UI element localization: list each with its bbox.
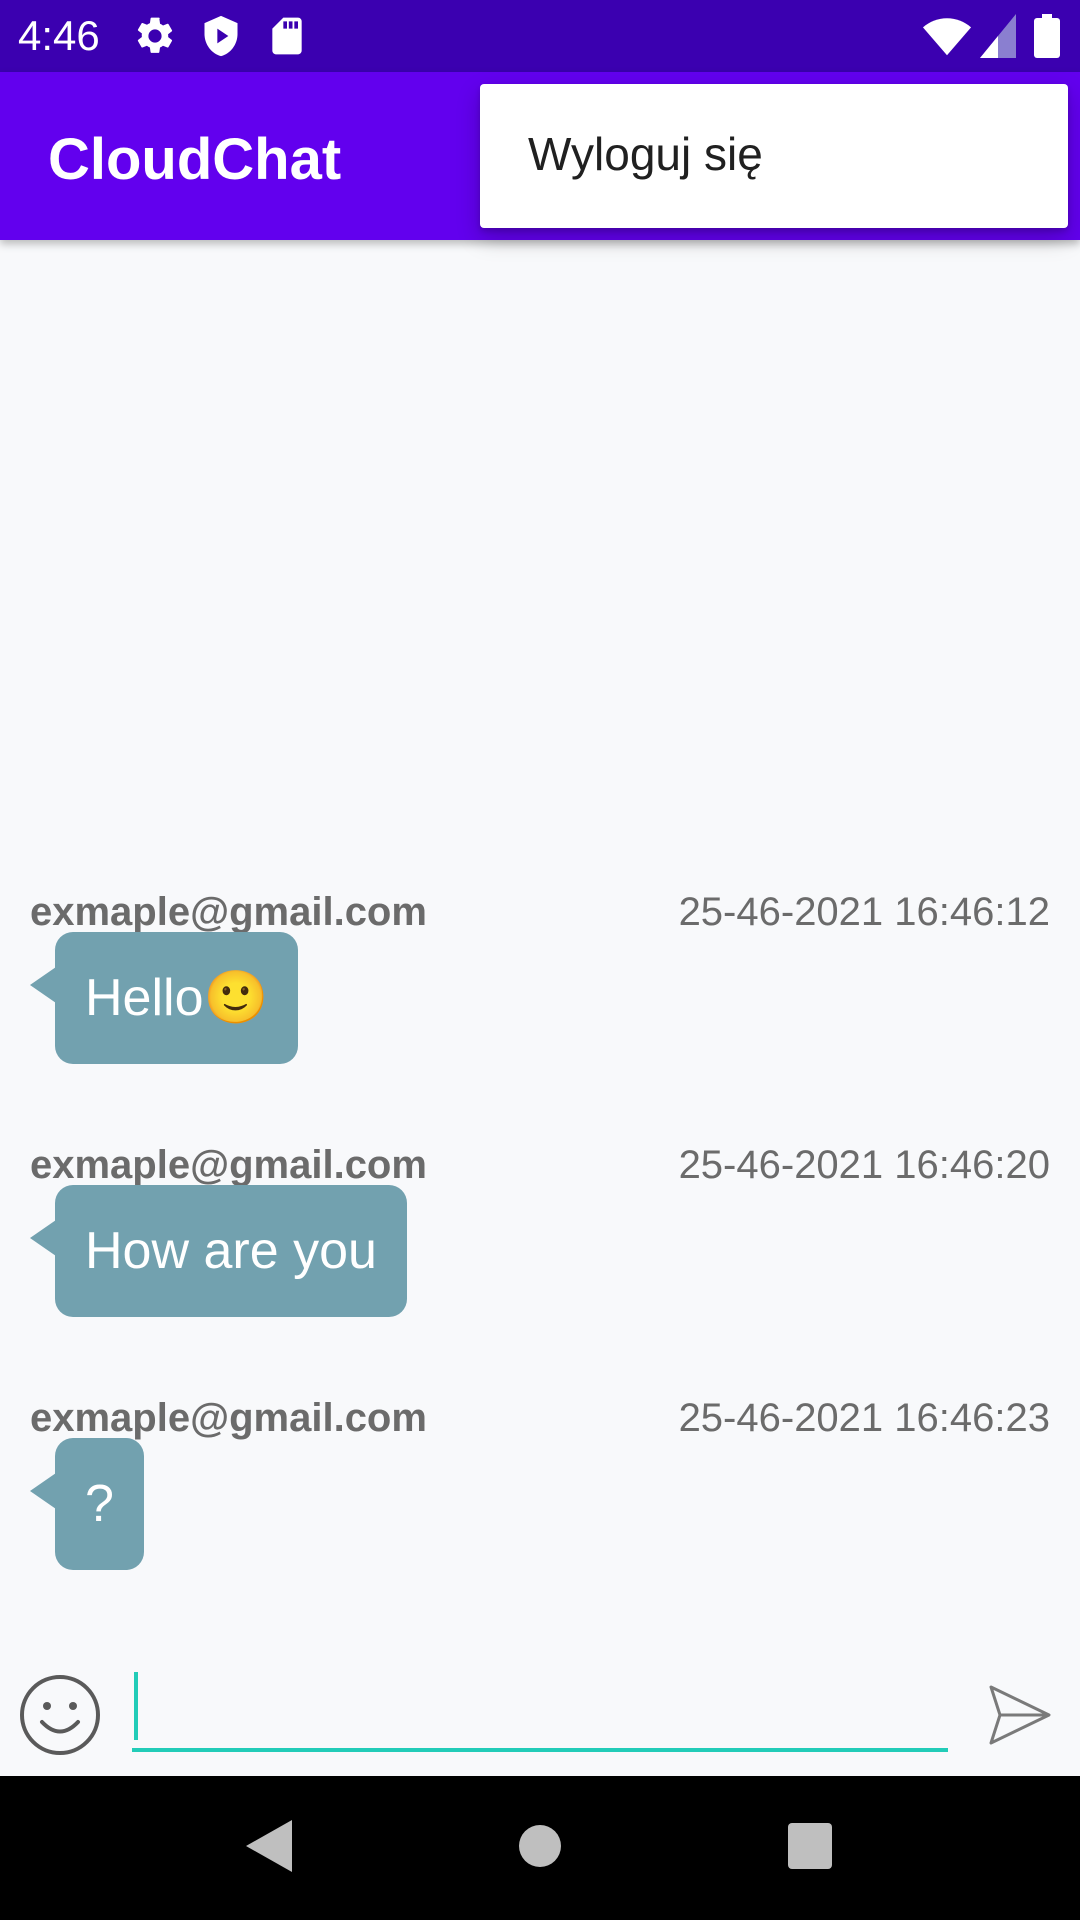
message-bubble[interactable]: ?: [55, 1438, 144, 1570]
home-icon[interactable]: [518, 1818, 562, 1874]
recents-icon[interactable]: [786, 1818, 834, 1874]
status-time: 4:46: [18, 12, 100, 59]
message-bubble[interactable]: How are you: [55, 1185, 407, 1317]
wifi-icon: [922, 18, 972, 56]
bubble-tail: [30, 1473, 56, 1509]
sd-card-icon: [272, 17, 302, 55]
gear-icon: [137, 17, 173, 53]
message-item: exmaple@gmail.com 25-46-2021 16:46:20 Ho…: [0, 1140, 1080, 1380]
signal-icon: [980, 14, 1016, 58]
app-title: CloudChat: [48, 127, 342, 192]
message-input[interactable]: [132, 1670, 948, 1752]
shield-play-icon: [204, 15, 238, 57]
message-timestamp: 25-46-2021 16:46:23: [678, 1396, 1050, 1440]
text-cursor: [134, 1672, 138, 1740]
overflow-menu: Wyloguj się: [480, 84, 1068, 228]
message-item: exmaple@gmail.com 25-46-2021 16:46:12 He…: [0, 887, 1080, 1127]
status-bar: 4:46: [0, 0, 1080, 72]
navigation-bar: [0, 1776, 1080, 1920]
message-timestamp: 25-46-2021 16:46:12: [678, 890, 1050, 934]
message-item: exmaple@gmail.com 25-46-2021 16:46:23 ?: [0, 1393, 1080, 1633]
back-icon[interactable]: [244, 1818, 294, 1874]
bubble-tail: [30, 967, 56, 1003]
message-bubble[interactable]: Hello🙂: [55, 932, 299, 1064]
message-sender: exmaple@gmail.com: [30, 1143, 427, 1187]
logout-menu-item[interactable]: Wyloguj się: [528, 126, 763, 182]
battery-icon: [1034, 14, 1060, 58]
send-icon[interactable]: [988, 1683, 1052, 1747]
bubble-tail: [30, 1220, 56, 1256]
smiley-icon[interactable]: [18, 1673, 102, 1757]
message-sender: exmaple@gmail.com: [30, 1396, 427, 1440]
message-timestamp: 25-46-2021 16:46:20: [678, 1143, 1050, 1187]
message-sender: exmaple@gmail.com: [30, 890, 427, 934]
